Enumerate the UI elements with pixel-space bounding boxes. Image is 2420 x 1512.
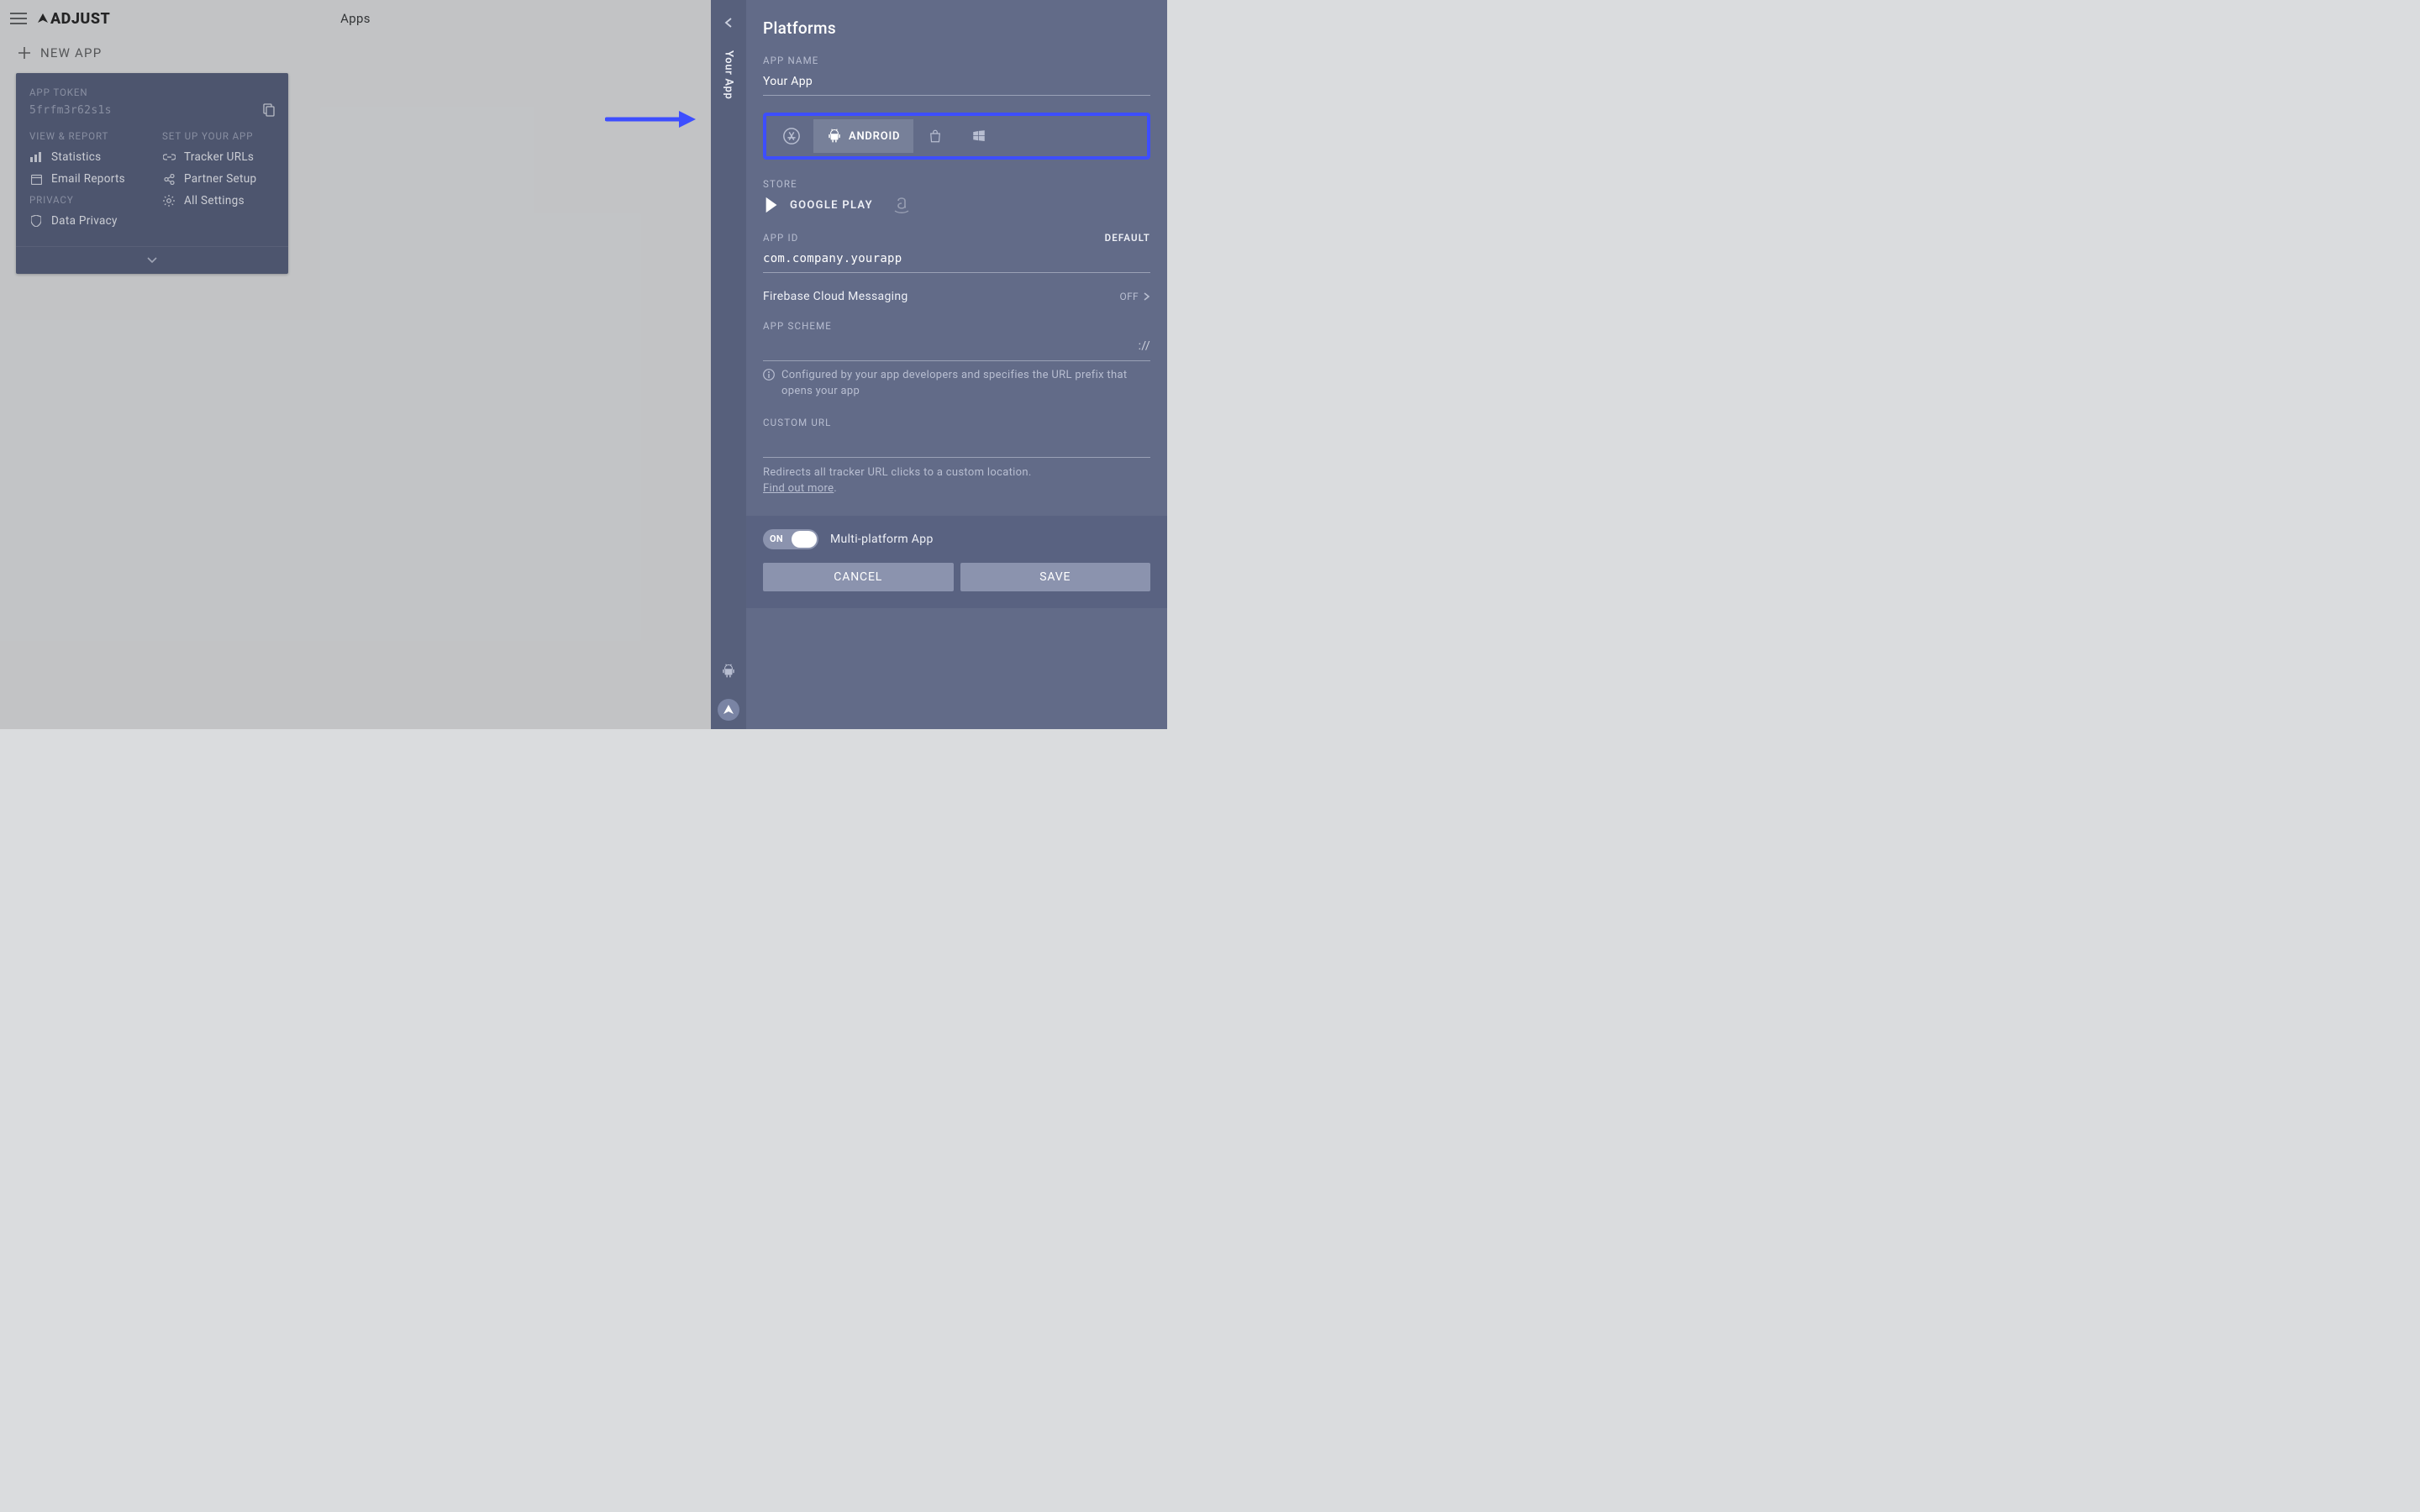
android-icon (827, 129, 842, 144)
panel-title: Platforms (763, 18, 1150, 38)
page-title: Apps (340, 11, 371, 26)
new-app-label: NEW APP (40, 45, 102, 60)
platform-tab-ios[interactable] (770, 119, 813, 153)
link-icon (162, 154, 176, 160)
copy-icon[interactable] (261, 103, 275, 117)
menu-icon[interactable] (0, 0, 37, 37)
privacy-heading: PRIVACY (29, 194, 142, 206)
data-privacy-link[interactable]: Data Privacy (29, 214, 142, 228)
firebase-state: OFF (1120, 291, 1139, 302)
collapse-panel-button[interactable] (711, 0, 746, 45)
calendar-icon (29, 174, 43, 185)
app-scheme-label: APP SCHEME (763, 320, 1150, 332)
app-id-default-badge: DEFAULT (1105, 232, 1150, 244)
find-out-more-link[interactable]: Find out more (763, 482, 834, 495)
new-app-button[interactable]: NEW APP (17, 45, 102, 60)
platform-tab-windows[interactable] (957, 119, 1001, 153)
tracker-urls-link[interactable]: Tracker URLs (162, 150, 275, 164)
app-id-input[interactable] (763, 249, 1150, 273)
toggle-state: ON (770, 533, 783, 544)
save-button[interactable]: SAVE (960, 563, 1151, 591)
chevron-right-icon (1144, 292, 1150, 301)
share-icon (162, 174, 176, 185)
gear-icon (162, 195, 176, 207)
app-name-input[interactable] (763, 71, 1150, 96)
all-settings-link[interactable]: All Settings (162, 194, 275, 207)
custom-url-input[interactable] (763, 433, 1150, 458)
info-icon (763, 369, 775, 381)
firebase-row[interactable]: Firebase Cloud Messaging OFF (763, 290, 1150, 303)
multi-platform-label: Multi-platform App (830, 533, 934, 546)
platform-tab-android-label: ANDROID (849, 130, 900, 143)
store-label: STORE (763, 178, 1150, 190)
amazon-icon (892, 195, 912, 215)
platform-tabs: ANDROID (763, 113, 1150, 160)
firebase-label: Firebase Cloud Messaging (763, 290, 908, 303)
store-amazon[interactable] (892, 195, 912, 215)
custom-url-label: CUSTOM URL (763, 417, 1150, 428)
store-google-play-label: GOOGLE PLAY (790, 199, 873, 212)
android-rail-icon[interactable] (718, 660, 739, 682)
app-id-label: APP ID (763, 232, 798, 244)
setup-heading: SET UP YOUR APP (162, 130, 275, 142)
expand-card-button[interactable] (16, 246, 288, 274)
brand-text: ADJUST (50, 10, 110, 28)
custom-url-help: Redirects all tracker URL clicks to a cu… (763, 466, 1032, 479)
google-play-icon (763, 196, 781, 214)
platform-tab-android[interactable]: ANDROID (813, 119, 913, 153)
side-rail: Your App (711, 0, 746, 729)
email-reports-link[interactable]: Email Reports (29, 172, 142, 186)
rail-tab-your-app[interactable]: Your App (723, 50, 735, 99)
platforms-panel: Platforms APP NAME ANDROID STORE GOOGLE … (746, 0, 1167, 729)
chevron-down-icon (147, 257, 157, 264)
app-name-label: APP NAME (763, 55, 1150, 66)
multi-platform-toggle[interactable]: ON (763, 529, 818, 549)
brand-logo: ADJUST (37, 10, 110, 28)
windows-icon (971, 129, 986, 144)
statistics-link[interactable]: Statistics (29, 150, 142, 164)
app-store-icon (782, 127, 801, 145)
app-token-label: APP TOKEN (29, 87, 275, 98)
shield-icon (29, 215, 43, 227)
plus-icon (17, 45, 32, 60)
adjust-rail-icon[interactable] (718, 699, 739, 721)
platform-tab-windows-store[interactable] (913, 119, 957, 153)
app-card: APP TOKEN 5frfm3r62s1s VIEW & REPORT Sta… (16, 73, 288, 274)
app-scheme-input[interactable] (763, 337, 1150, 361)
store-google-play[interactable]: GOOGLE PLAY (763, 196, 873, 214)
app-scheme-help: Configured by your app developers and sp… (781, 368, 1150, 400)
partner-setup-link[interactable]: Partner Setup (162, 172, 275, 186)
shopping-bag-icon (928, 129, 943, 144)
annotation-arrow-icon (605, 109, 697, 129)
chevron-left-icon (724, 18, 733, 28)
bar-chart-icon (29, 152, 43, 162)
view-report-heading: VIEW & REPORT (29, 130, 142, 142)
cancel-button[interactable]: CANCEL (763, 563, 954, 591)
app-token-value: 5frfm3r62s1s (29, 104, 112, 117)
